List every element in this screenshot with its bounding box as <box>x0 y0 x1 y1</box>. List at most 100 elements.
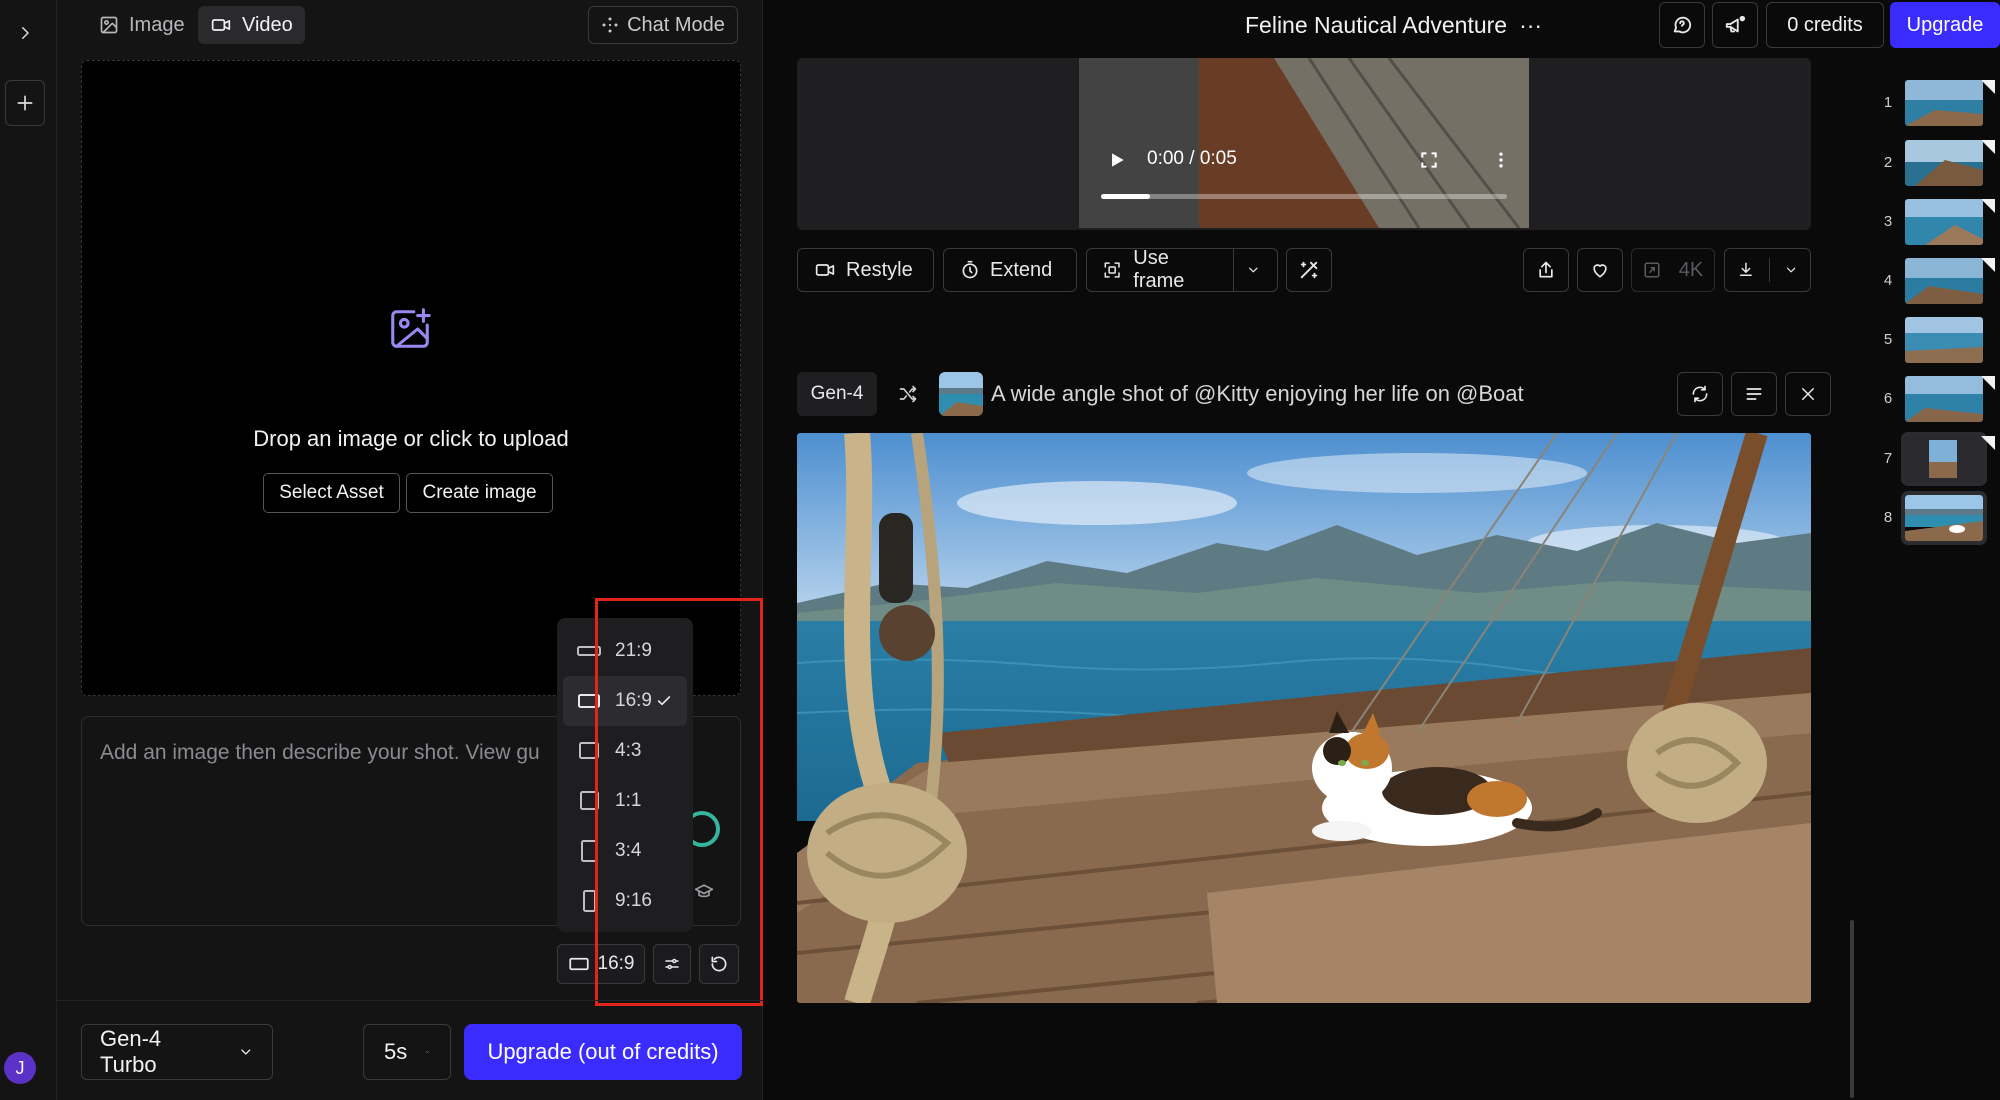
video-corner-icon <box>1981 80 1995 94</box>
new-project-button[interactable] <box>5 80 45 126</box>
heart-icon <box>1593 264 1607 278</box>
thumbnail-number: 4 <box>1883 272 1893 289</box>
dropzone-text: Drop an image or click to upload <box>253 426 569 451</box>
extend-button[interactable]: Extend <box>943 248 1077 292</box>
thumbnail-item[interactable]: 4 <box>1875 258 1995 312</box>
upscale-4k-button[interactable]: 4K <box>1631 248 1715 292</box>
duration-label: 5s <box>384 1039 408 1064</box>
avatar[interactable]: J <box>4 1052 36 1084</box>
generation-panel: Image Video Chat Mode Drop an image or c… <box>57 0 763 1100</box>
video-corner-icon <box>1981 436 1995 450</box>
menu-lines-icon <box>1746 388 1762 400</box>
thumbnail-number: 2 <box>1883 154 1893 171</box>
generation-header: Gen-4 A wide angle shot of @Kitty enjoyi… <box>797 370 1831 418</box>
thumbnail-item[interactable]: 1 <box>1875 80 1995 134</box>
favorite-button[interactable] <box>1577 248 1623 292</box>
thumbnail-number: 8 <box>1883 509 1893 526</box>
fullscreen-icon[interactable] <box>1419 150 1439 170</box>
model-badge: Gen-4 <box>797 372 877 416</box>
prompt-placeholder: Add an image then describe your shot. Vi… <box>100 741 540 764</box>
video-corner-icon <box>1981 199 1995 213</box>
credits-badge[interactable]: 0 credits <box>1766 2 1884 48</box>
tab-video[interactable]: Video <box>198 6 305 44</box>
split-divider <box>1233 248 1235 292</box>
use-frame-label: Use frame <box>1133 247 1185 292</box>
highlight-box <box>595 598 763 1006</box>
tab-image[interactable]: Image <box>87 6 197 44</box>
thumbnail-item[interactable]: 5 <box>1875 317 1995 371</box>
thumbnail-number: 1 <box>1883 94 1893 111</box>
video-progress-bar[interactable] <box>1101 194 1507 199</box>
model-label: Gen-4 Turbo <box>100 1026 162 1077</box>
cat-on-boat-image <box>797 433 1811 1003</box>
megaphone-icon <box>1725 15 1746 33</box>
reference-thumbnail[interactable] <box>939 372 983 416</box>
magic-wand-icon <box>1300 261 1318 279</box>
use-frame-button[interactable]: Use frame <box>1086 247 1278 292</box>
thumbnail-number: 7 <box>1883 450 1893 467</box>
restyle-button[interactable]: Restyle <box>797 248 934 292</box>
thumbnail-image <box>1905 376 1983 422</box>
create-image-button[interactable]: Create image <box>406 473 553 513</box>
video-corner-icon <box>1981 376 1995 390</box>
tab-video-label: Video <box>242 13 293 36</box>
chat-mode-button[interactable]: Chat Mode <box>588 6 738 44</box>
chevron-down-icon <box>241 1049 251 1055</box>
scrollbar[interactable] <box>1850 920 1854 1098</box>
download-button[interactable] <box>1724 248 1811 292</box>
regenerate-button[interactable] <box>1677 372 1723 416</box>
play-icon[interactable] <box>1107 150 1127 170</box>
details-button[interactable] <box>1731 372 1777 416</box>
video-icon <box>211 19 231 31</box>
video-corner-icon <box>1981 258 1995 272</box>
shuffle-icon[interactable] <box>887 372 929 416</box>
more-vertical-icon[interactable] <box>1491 150 1511 170</box>
select-asset-button[interactable]: Select Asset <box>263 473 400 513</box>
generation-prompt: A wide angle shot of @Kitty enjoying her… <box>991 381 1524 406</box>
upscale-label: 4K <box>1678 258 1704 281</box>
thumbnail-image <box>1905 199 1983 245</box>
thumbnail-image <box>1905 140 1983 186</box>
feedback-button[interactable] <box>1659 2 1705 48</box>
video-progress-fill <box>1101 194 1150 199</box>
video-output-card: 0:00 / 0:05 <box>797 58 1811 230</box>
thumbnail-image <box>1905 258 1983 304</box>
close-button[interactable] <box>1785 372 1831 416</box>
duration-select[interactable]: 5s <box>363 1024 451 1080</box>
extend-label: Extend <box>990 258 1053 281</box>
generate-upgrade-button[interactable]: Upgrade (out of credits) <box>464 1024 742 1080</box>
thumbnail-image <box>1901 491 1987 545</box>
thumbnail-item[interactable]: 6 <box>1875 376 1995 430</box>
timer-icon <box>962 260 978 279</box>
video-player[interactable]: 0:00 / 0:05 <box>1079 58 1529 228</box>
upscale-icon <box>1644 262 1660 278</box>
more-options-icon[interactable]: ··· <box>1519 12 1542 39</box>
thumbnail-item[interactable]: 2 <box>1875 140 1995 194</box>
share-icon <box>1539 261 1553 278</box>
announcements-button[interactable] <box>1712 2 1758 48</box>
thumbnail-item[interactable]: 3 <box>1875 199 1995 253</box>
video-time: 0:00 / 0:05 <box>1147 148 1237 169</box>
split-divider <box>1768 258 1770 282</box>
thumbnail-image <box>1901 432 1987 486</box>
thumbnail-item-selected[interactable]: 7 <box>1875 432 1995 490</box>
chevron-down-icon <box>426 1051 430 1053</box>
project-canvas: Feline Nautical Adventure ··· 0 credits … <box>763 0 2000 1100</box>
expand-sidebar-icon[interactable] <box>6 14 44 52</box>
upgrade-button[interactable]: Upgrade <box>1890 2 2000 48</box>
thumbnail-item-selected[interactable]: 8 <box>1875 491 1995 549</box>
project-title[interactable]: Feline Nautical Adventure ··· <box>1245 12 1542 39</box>
close-icon <box>1802 388 1814 400</box>
thumbnail-number: 3 <box>1883 213 1893 230</box>
share-button[interactable] <box>1523 248 1569 292</box>
generated-image[interactable] <box>797 433 1811 1003</box>
model-select[interactable]: Gen-4 Turbo <box>81 1024 273 1080</box>
add-image-icon <box>387 306 433 352</box>
left-rail: J <box>0 0 57 1100</box>
chevron-down-icon[interactable] <box>1784 262 1798 278</box>
chat-bubble-icon <box>1673 16 1692 34</box>
magic-tools-button[interactable] <box>1286 248 1332 292</box>
download-icon <box>1739 262 1752 276</box>
tab-image-label: Image <box>129 13 185 36</box>
chevron-down-icon[interactable] <box>1246 262 1261 278</box>
